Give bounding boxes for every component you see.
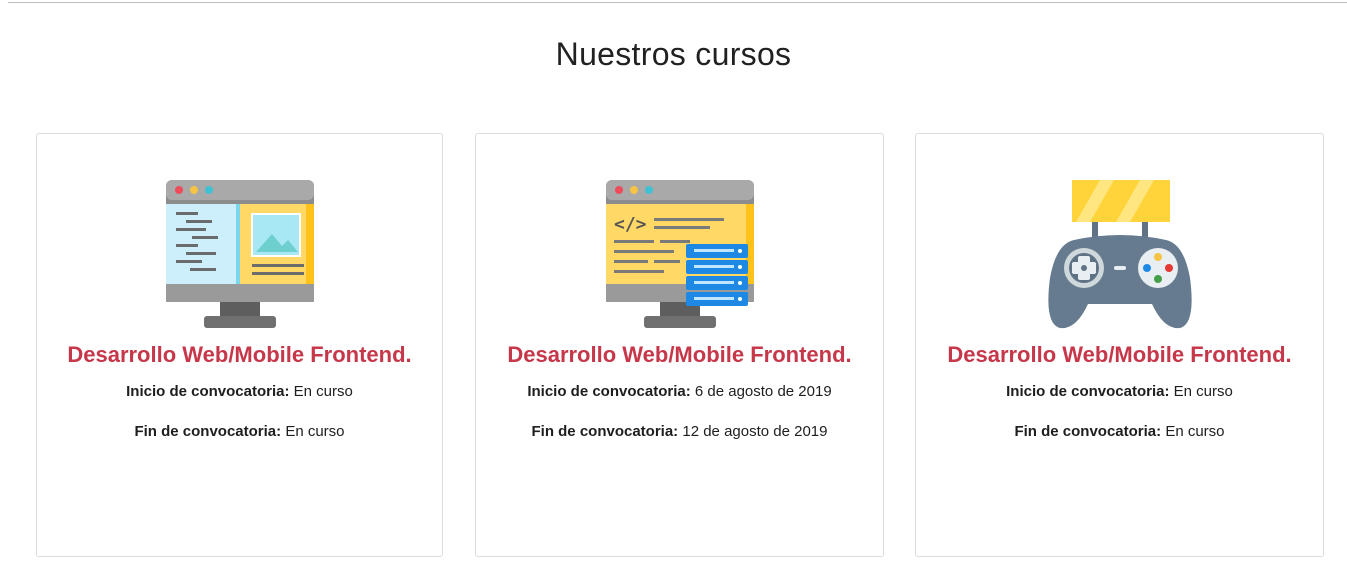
course-end: Fin de convocatoria: En curso (37, 423, 442, 440)
end-value: En curso (1165, 423, 1225, 440)
start-label: Inicio de convocatoria: (527, 383, 691, 400)
section-title: Nuestros cursos (555, 36, 792, 72)
gamepad-icon (1047, 180, 1192, 329)
course-end: Fin de convocatoria: En curso (916, 423, 1323, 440)
start-value: En curso (293, 383, 353, 400)
web-frontend-monitor-icon (165, 180, 314, 328)
end-label: Fin de convocatoria: (531, 423, 679, 440)
course-title[interactable]: Desarrollo Web/Mobile Frontend. (476, 342, 883, 368)
course-start: Inicio de convocatoria: 6 de agosto de 2… (476, 383, 883, 400)
courses-grid: Desarrollo Web/Mobile Frontend. Inicio d… (0, 133, 1347, 563)
course-end: Fin de convocatoria: 12 de agosto de 201… (476, 423, 883, 440)
course-title[interactable]: Desarrollo Web/Mobile Frontend. (916, 342, 1323, 368)
start-value: 6 de agosto de 2019 (694, 383, 832, 400)
course-card[interactable]: Desarrollo Web/Mobile Frontend. Inicio d… (915, 133, 1324, 557)
start-value: En curso (1173, 383, 1233, 400)
start-label: Inicio de convocatoria: (1006, 383, 1170, 400)
course-card[interactable]: Desarrollo Web/Mobile Frontend. Inicio d… (36, 133, 443, 557)
end-label: Fin de convocatoria: (134, 423, 282, 440)
start-label: Inicio de convocatoria: (126, 383, 290, 400)
course-start: Inicio de convocatoria: En curso (37, 383, 442, 400)
code-server-monitor-icon: </> (605, 180, 754, 328)
course-card[interactable]: </> Desarrollo Web/Mobile Frontend. Inic… (475, 133, 884, 557)
end-value: 12 de agosto de 2019 (682, 423, 828, 440)
end-value: En curso (285, 423, 345, 440)
course-start: Inicio de convocatoria: En curso (916, 383, 1323, 400)
top-divider (8, 2, 1347, 3)
end-label: Fin de convocatoria: (1014, 423, 1162, 440)
course-title[interactable]: Desarrollo Web/Mobile Frontend. (37, 342, 442, 368)
svg-text:</>: </> (614, 214, 647, 235)
